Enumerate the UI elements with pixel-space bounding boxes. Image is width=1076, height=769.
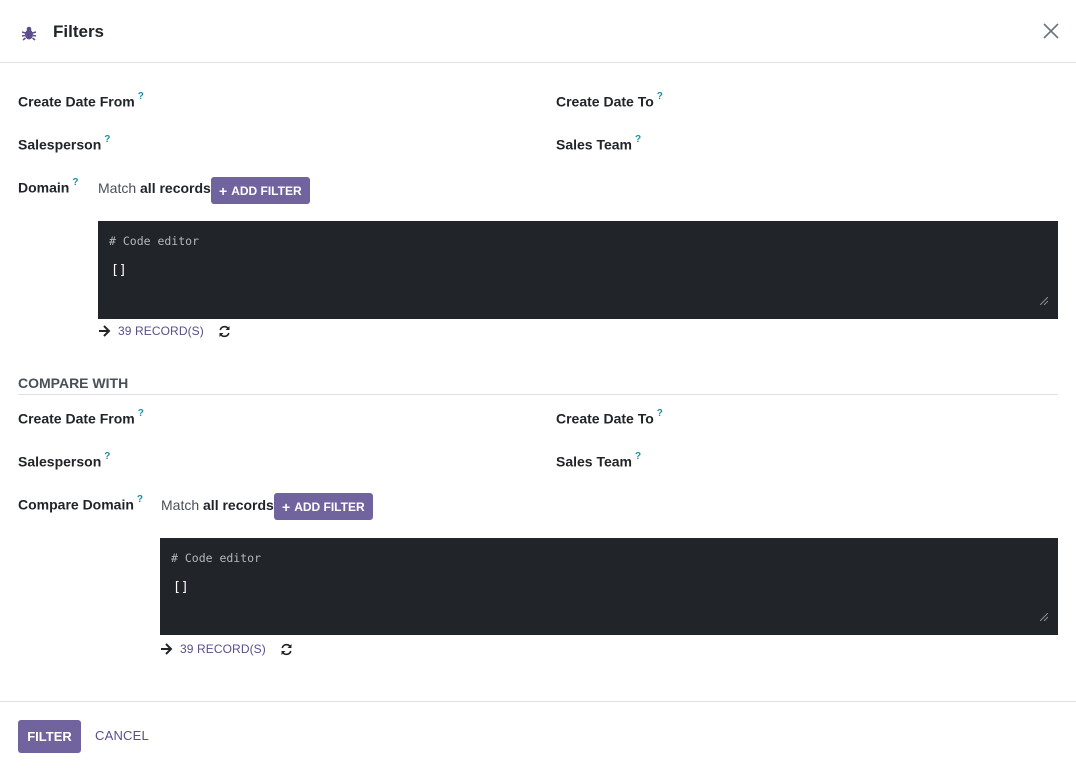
dialog-title: Filters xyxy=(53,22,105,41)
match-scope: all records xyxy=(140,180,211,196)
editor-value: [] xyxy=(111,263,127,278)
add-filter-button[interactable]: + ADD FILTER xyxy=(211,177,310,204)
plus-icon: + xyxy=(282,498,291,515)
domain-text: Domain xyxy=(18,179,70,196)
create-date-from-label: Create Date From? xyxy=(18,91,144,110)
editor-value: [] xyxy=(173,580,189,595)
help-icon[interactable]: ? xyxy=(138,91,144,102)
match-prefix: Match xyxy=(161,497,200,513)
compare-domain-code-editor[interactable]: # Code editor [] xyxy=(160,538,1058,635)
compare-create-date-from-text: Create Date From xyxy=(18,410,135,427)
close-icon[interactable] xyxy=(1041,21,1061,41)
salesperson-text: Salesperson xyxy=(18,136,102,153)
sales-team-text: Sales Team xyxy=(556,136,633,153)
help-icon[interactable]: ? xyxy=(635,134,641,145)
compare-create-date-to-text: Create Date To xyxy=(556,410,654,427)
help-icon[interactable]: ? xyxy=(635,451,641,462)
compare-add-filter-button[interactable]: + ADD FILTER xyxy=(274,493,373,520)
compare-match-text: Match all records xyxy=(161,497,274,513)
bug-icon xyxy=(21,26,37,41)
help-icon[interactable]: ? xyxy=(104,451,110,462)
refresh-icon[interactable] xyxy=(280,643,293,656)
filter-button[interactable]: FILTER xyxy=(18,720,81,753)
domain-code-editor[interactable]: # Code editor [] xyxy=(98,221,1058,319)
create-date-to-label: Create Date To? xyxy=(556,91,663,110)
editor-comment: # Code editor xyxy=(109,234,200,248)
match-prefix: Match xyxy=(98,180,137,196)
compare-domain-text: Compare Domain xyxy=(18,496,134,513)
compare-create-date-from-label: Create Date From? xyxy=(18,408,144,427)
help-icon[interactable]: ? xyxy=(657,91,663,102)
section-divider xyxy=(18,394,1058,395)
resize-grip-icon[interactable] xyxy=(1040,613,1048,621)
help-icon[interactable]: ? xyxy=(137,494,143,505)
compare-salesperson-label: Salesperson? xyxy=(18,451,110,470)
refresh-icon[interactable] xyxy=(218,325,231,338)
salesperson-label: Salesperson? xyxy=(18,134,110,153)
resize-grip-icon[interactable] xyxy=(1040,297,1048,305)
arrow-right-icon xyxy=(161,643,173,655)
help-icon[interactable]: ? xyxy=(138,408,144,419)
compare-sales-team-text: Sales Team xyxy=(556,453,633,470)
plus-icon: + xyxy=(219,182,228,199)
match-scope: all records xyxy=(203,497,274,513)
help-icon[interactable]: ? xyxy=(657,408,663,419)
records-count-link[interactable]: 39 RECORD(S) xyxy=(118,324,204,338)
compare-sales-team-label: Sales Team? xyxy=(556,451,641,470)
records-count-link[interactable]: 39 RECORD(S) xyxy=(180,642,266,656)
help-icon[interactable]: ? xyxy=(104,134,110,145)
domain-label: Domain? xyxy=(18,177,78,196)
help-icon[interactable]: ? xyxy=(72,177,78,188)
compare-create-date-to-label: Create Date To? xyxy=(556,408,663,427)
create-date-to-text: Create Date To xyxy=(556,93,654,110)
sales-team-label: Sales Team? xyxy=(556,134,641,153)
compare-records-row: 39 RECORD(S) xyxy=(160,642,293,656)
add-filter-label: ADD FILTER xyxy=(294,499,365,514)
domain-records-row: 39 RECORD(S) xyxy=(98,324,231,338)
add-filter-label: ADD FILTER xyxy=(231,183,302,198)
compare-section-title: COMPARE WITH xyxy=(18,375,129,391)
domain-match-text: Match all records xyxy=(98,180,211,196)
cancel-button[interactable]: CANCEL xyxy=(95,728,149,743)
footer-divider xyxy=(0,701,1076,702)
dialog-header: Filters xyxy=(0,0,1076,63)
editor-comment: # Code editor xyxy=(171,551,262,565)
create-date-from-text: Create Date From xyxy=(18,93,135,110)
arrow-right-icon xyxy=(99,325,111,337)
compare-salesperson-text: Salesperson xyxy=(18,453,102,470)
compare-domain-label: Compare Domain? xyxy=(18,494,143,513)
